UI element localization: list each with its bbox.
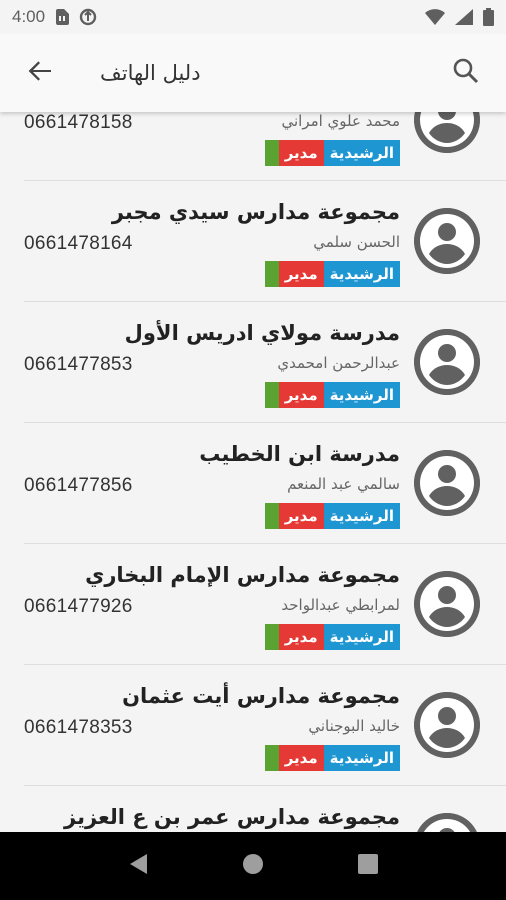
phone-number[interactable]: 0661478353 bbox=[24, 717, 133, 739]
arrow-back-icon bbox=[27, 58, 53, 88]
signal-icon bbox=[455, 9, 473, 25]
school-name: مجموعة مدارس عمر بن ع العزيز bbox=[64, 805, 400, 829]
contact-row[interactable]: مدرسة ابن الخطيب سالمي عبد المنعم 06614778… bbox=[0, 423, 506, 544]
tag-group: مدير الرشيدية bbox=[264, 140, 400, 166]
tag-region: الرشيدية bbox=[323, 382, 400, 408]
back-button[interactable] bbox=[18, 51, 62, 95]
tag-role: مدير bbox=[278, 140, 324, 166]
phone-number[interactable]: 0661478158 bbox=[24, 112, 133, 134]
contact-person: سالمي عبد المنعم bbox=[287, 475, 400, 493]
nav-back-button[interactable] bbox=[118, 846, 158, 886]
nav-recents-icon bbox=[357, 853, 379, 879]
nav-back-icon bbox=[127, 852, 149, 880]
battery-icon bbox=[483, 8, 494, 26]
avatar-icon bbox=[414, 692, 480, 758]
tag-region: الرشيدية bbox=[323, 140, 400, 166]
tag-region: الرشيدية bbox=[323, 503, 400, 529]
search-icon bbox=[452, 57, 480, 89]
data-saver-icon bbox=[79, 8, 97, 26]
screen: محمد علوي امراني 0661478158 مدير الرشيدية مج… bbox=[0, 0, 506, 900]
tag-group: مدير الرشيدية bbox=[264, 624, 400, 650]
school-name: مدرسة مولاي ادريس الأول bbox=[124, 321, 400, 345]
tag-role: مدير bbox=[278, 624, 324, 650]
page-title: دليل الهاتف bbox=[100, 61, 201, 85]
status-bar: 4:00 bbox=[0, 0, 506, 34]
tag-region: الرشيدية bbox=[323, 745, 400, 771]
contact-person: عبدالرحمن امحمدي bbox=[277, 354, 400, 372]
phone-number[interactable]: 0661478164 bbox=[24, 233, 133, 255]
school-name: مجموعة مدارس سيدي مجبر bbox=[111, 200, 400, 224]
system-nav-bar bbox=[0, 832, 506, 900]
tag-region: الرشيدية bbox=[323, 624, 400, 650]
contact-person: لمرابطي عبدالواحد bbox=[281, 596, 400, 614]
contact-row[interactable]: مجموعة مدارس سيدي مجبر الحسن سلمي 06614781… bbox=[0, 181, 506, 302]
contact-person: الحسن سلمي bbox=[313, 233, 400, 251]
nav-recents-button[interactable] bbox=[348, 846, 388, 886]
search-button[interactable] bbox=[444, 51, 488, 95]
nav-home-icon bbox=[241, 852, 265, 880]
nav-home-button[interactable] bbox=[233, 846, 273, 886]
tag-group: مدير الرشيدية bbox=[264, 382, 400, 408]
tag-role: مدير bbox=[278, 261, 324, 287]
tag-extra bbox=[264, 624, 279, 650]
avatar-icon bbox=[414, 208, 480, 274]
phone-number[interactable]: 0661477926 bbox=[24, 596, 133, 618]
contact-list[interactable]: محمد علوي امراني 0661478158 مدير الرشيدية مج… bbox=[0, 60, 506, 900]
school-name: مدرسة ابن الخطيب bbox=[199, 442, 400, 466]
contact-person: خاليد البوجناني bbox=[308, 717, 400, 735]
contact-person: محمد علوي امراني bbox=[281, 112, 400, 130]
app-bar: دليل الهاتف bbox=[0, 34, 506, 112]
tag-extra bbox=[264, 745, 279, 771]
tag-group: مدير الرشيدية bbox=[264, 745, 400, 771]
sim-card-icon bbox=[55, 9, 70, 25]
school-name: مجموعة مدارس الإمام البخاري bbox=[85, 563, 400, 587]
phone-number[interactable]: 0661477856 bbox=[24, 475, 133, 497]
tag-region: الرشيدية bbox=[323, 261, 400, 287]
wifi-icon bbox=[425, 9, 445, 25]
avatar-icon bbox=[414, 571, 480, 637]
school-name: مجموعة مدارس أيت عثمان bbox=[122, 684, 400, 708]
contact-row[interactable]: مدرسة مولاي ادريس الأول عبدالرحمن امحمدي 0… bbox=[0, 302, 506, 423]
tag-extra bbox=[264, 382, 279, 408]
contact-row[interactable]: مجموعة مدارس أيت عثمان خاليد البوجناني 066… bbox=[0, 665, 506, 786]
status-time: 4:00 bbox=[12, 7, 46, 26]
tag-group: مدير الرشيدية bbox=[264, 261, 400, 287]
tag-group: مدير الرشيدية bbox=[264, 503, 400, 529]
tag-extra bbox=[264, 261, 279, 287]
tag-role: مدير bbox=[278, 745, 324, 771]
avatar-icon bbox=[414, 450, 480, 516]
tag-extra bbox=[264, 503, 279, 529]
contact-row[interactable]: مجموعة مدارس الإمام البخاري لمرابطي عبدال… bbox=[0, 544, 506, 665]
tag-role: مدير bbox=[278, 503, 324, 529]
avatar-icon bbox=[414, 329, 480, 395]
tag-role: مدير bbox=[278, 382, 324, 408]
tag-extra bbox=[264, 140, 279, 166]
phone-number[interactable]: 0661477853 bbox=[24, 354, 133, 376]
